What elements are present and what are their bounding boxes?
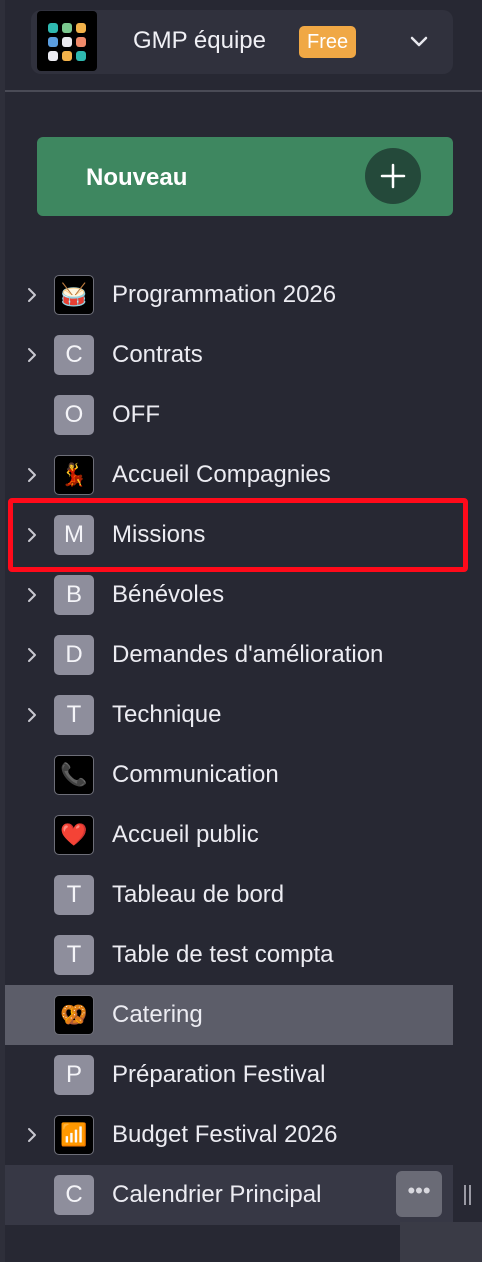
table-icon: O [54, 395, 94, 435]
table-item[interactable]: ❤️ Accueil public [0, 805, 482, 865]
table-item-label: Missions [112, 521, 206, 548]
chevron-right-icon[interactable] [22, 585, 42, 605]
table-icon: B [54, 575, 94, 615]
chevron-down-icon[interactable] [407, 30, 431, 54]
table-icon: D [54, 635, 94, 675]
table-item-label: Contrats [112, 341, 203, 368]
chevron-right-icon[interactable] [22, 705, 42, 725]
workspace-logo [37, 11, 97, 71]
table-item[interactable]: 📶 Budget Festival 2026 [0, 1105, 482, 1165]
table-icon: 📞 [54, 755, 94, 795]
table-item-label: Bénévoles [112, 581, 225, 608]
table-icon: ❤️ [54, 815, 94, 855]
new-button[interactable]: Nouveau [37, 137, 453, 216]
table-item-label: Technique [112, 701, 222, 728]
table-item-label: Programmation 2026 [112, 281, 337, 308]
table-item[interactable]: P Préparation Festival [0, 1045, 482, 1105]
table-item[interactable]: D Demandes d'amélioration [0, 625, 482, 685]
table-item[interactable]: T Tableau de bord [0, 865, 482, 925]
adjacent-panel [400, 1222, 482, 1262]
workspace-name: GMP équipe [133, 27, 266, 54]
table-icon: C [54, 1175, 94, 1215]
table-icon: T [54, 695, 94, 735]
resize-handle[interactable] [464, 1185, 474, 1205]
new-button-label: Nouveau [86, 164, 188, 191]
table-item[interactable]: T Table de test compta [0, 925, 482, 985]
table-item[interactable]: 💃 Accueil Compagnies [0, 445, 482, 505]
table-item[interactable]: 🥁 Programmation 2026 [0, 265, 482, 325]
table-icon: 🥁 [54, 275, 94, 315]
table-item[interactable]: C Contrats [0, 325, 482, 385]
table-item-label: Tableau de bord [112, 881, 285, 908]
table-icon: C [54, 335, 94, 375]
table-item[interactable]: T Technique [0, 685, 482, 745]
table-item-label: Préparation Festival [112, 1061, 326, 1088]
table-icon: T [54, 935, 94, 975]
table-item[interactable]: C Calendrier Principal ••• [0, 1165, 482, 1225]
table-item-label: Table de test compta [112, 941, 334, 968]
table-icon: 💃 [54, 455, 94, 495]
table-icon: 📶 [54, 1115, 94, 1155]
table-icon: T [54, 875, 94, 915]
chevron-right-icon[interactable] [22, 345, 42, 365]
table-icon: 🥨 [54, 995, 94, 1035]
plus-icon [365, 148, 421, 204]
plan-badge: Free [299, 26, 357, 58]
table-item-label: OFF [112, 401, 160, 428]
table-item-label: Communication [112, 761, 279, 788]
table-item-label: Demandes d'amélioration [112, 641, 384, 668]
table-item-label: Accueil public [112, 821, 259, 848]
table-icon: M [54, 515, 94, 555]
table-item-label: Calendrier Principal [112, 1181, 322, 1208]
table-item[interactable]: 🥨 Catering [0, 985, 482, 1045]
chevron-right-icon[interactable] [22, 465, 42, 485]
chevron-right-icon[interactable] [22, 645, 42, 665]
chevron-right-icon[interactable] [22, 1125, 42, 1145]
table-item[interactable]: B Bénévoles [0, 565, 482, 625]
workspace-switcher[interactable]: GMP équipe Free [31, 10, 453, 74]
table-item-label: Catering [112, 1001, 203, 1028]
chevron-right-icon[interactable] [22, 525, 42, 545]
table-icon: P [54, 1055, 94, 1095]
chevron-right-icon[interactable] [22, 285, 42, 305]
table-item[interactable]: M Missions [0, 505, 482, 565]
table-item[interactable]: O OFF [0, 385, 482, 445]
table-item-label: Accueil Compagnies [112, 461, 331, 488]
table-item-label: Budget Festival 2026 [112, 1121, 338, 1148]
table-item[interactable]: 📞 Communication [0, 745, 482, 805]
more-options-button[interactable]: ••• [396, 1171, 442, 1217]
header-divider [5, 90, 482, 92]
